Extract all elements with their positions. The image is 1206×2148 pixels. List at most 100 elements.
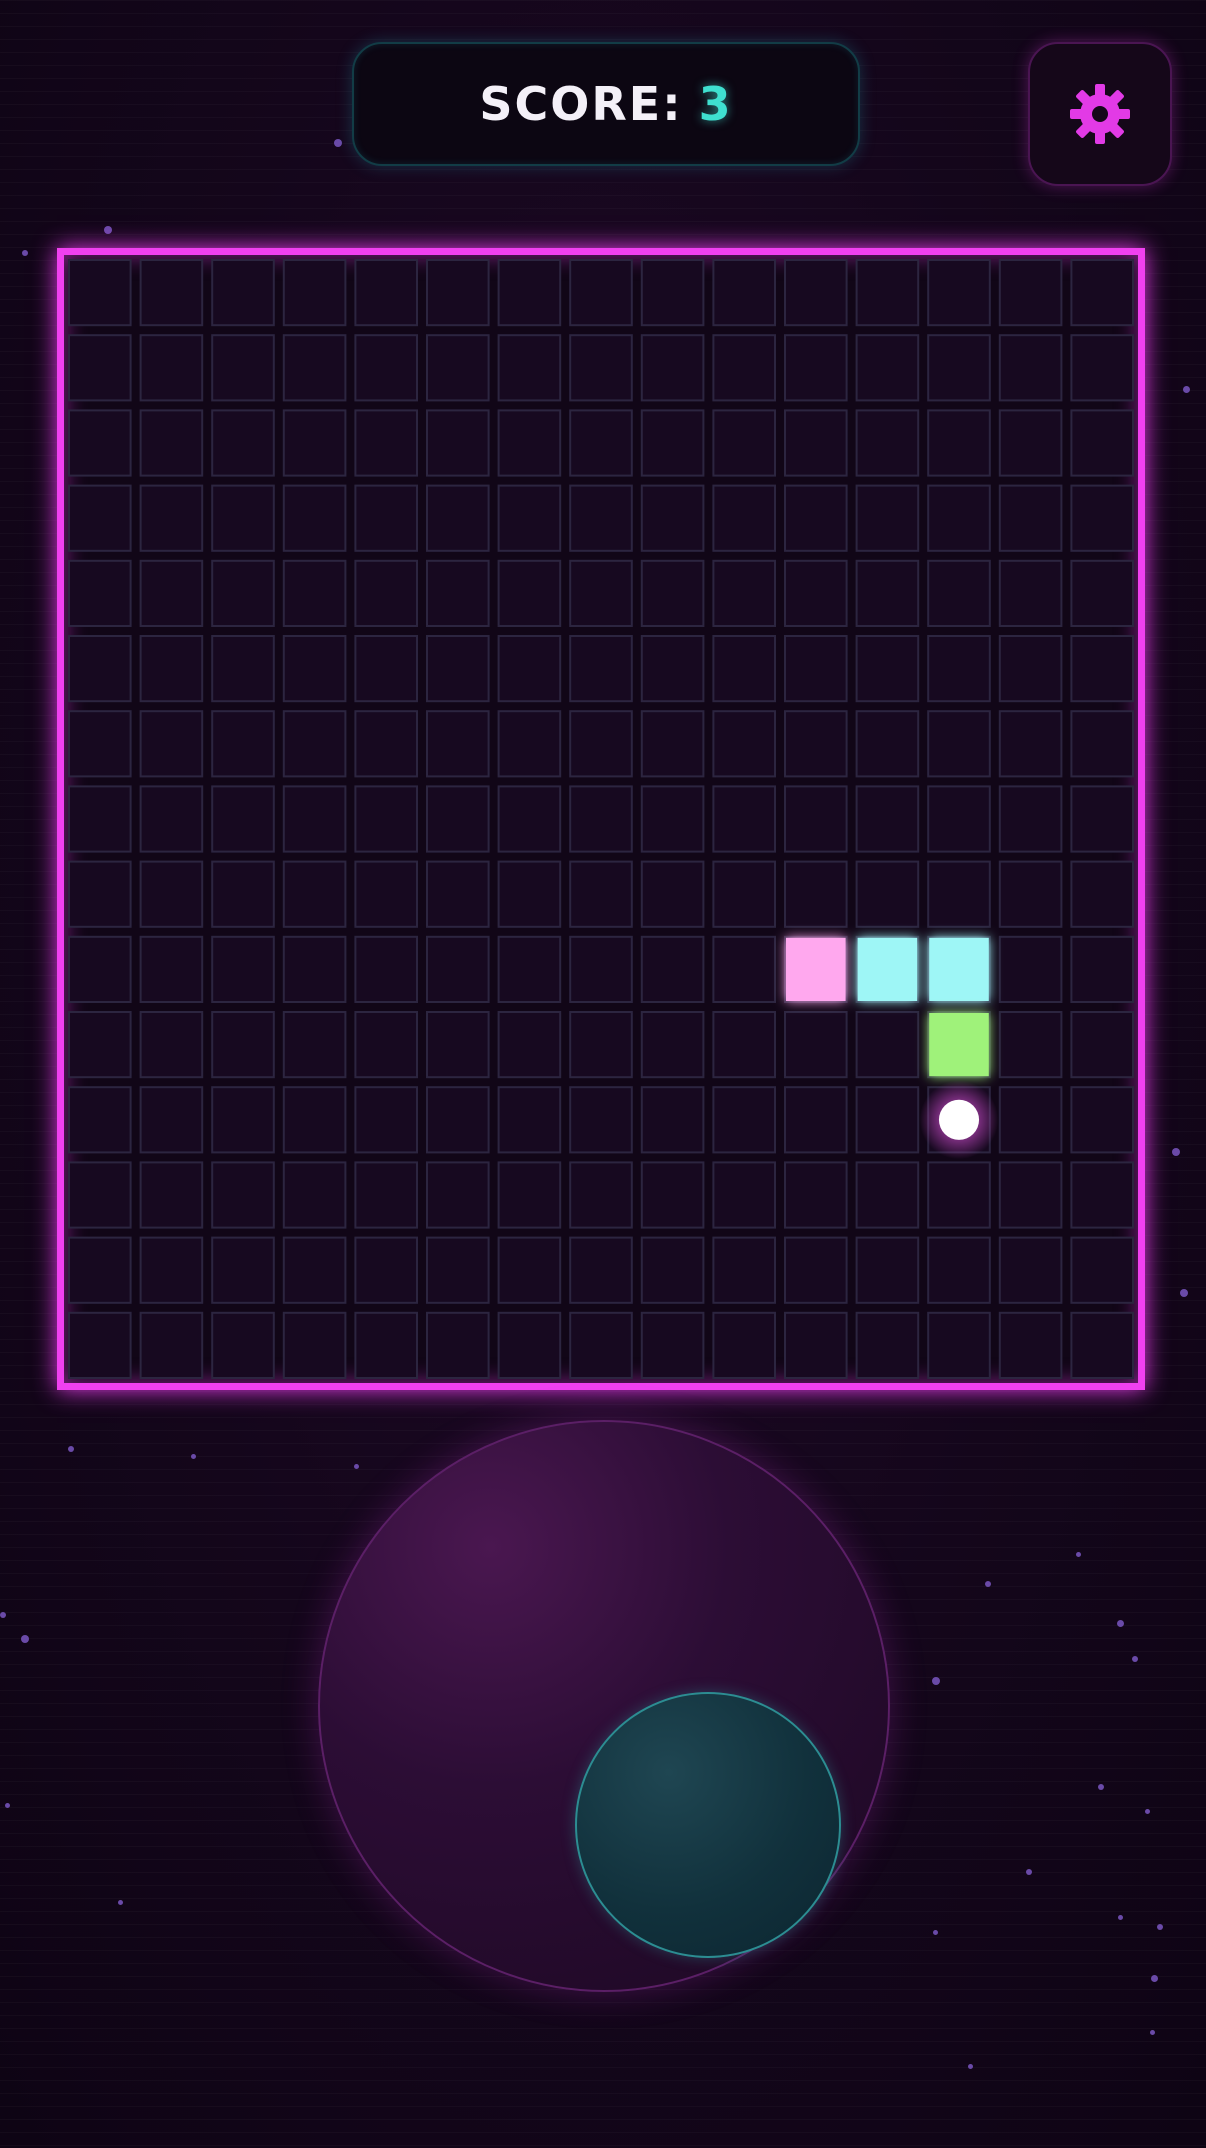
grid-cell xyxy=(497,259,562,327)
grid-cell xyxy=(211,334,275,402)
grid-cell xyxy=(855,559,920,627)
grid-cell xyxy=(282,559,347,627)
grid-cell xyxy=(569,1161,633,1229)
grid-cell xyxy=(640,1161,705,1229)
grid-cell xyxy=(68,1161,132,1229)
grid-cell xyxy=(426,860,490,928)
grid-cell xyxy=(1070,710,1135,778)
grid-cell xyxy=(426,1086,490,1154)
star xyxy=(68,1446,74,1452)
grid-cell xyxy=(426,334,490,402)
grid-cell xyxy=(354,935,418,1003)
star xyxy=(1118,1915,1123,1920)
grid-cell xyxy=(211,1161,275,1229)
star xyxy=(5,1803,10,1808)
star xyxy=(1117,1620,1124,1627)
settings-button[interactable] xyxy=(1028,42,1172,186)
grid-cell xyxy=(712,1311,777,1380)
grid-cell xyxy=(1070,1311,1135,1380)
grid-cell xyxy=(497,1086,562,1154)
star xyxy=(985,1581,991,1587)
grid-cell xyxy=(855,860,920,928)
snake-head xyxy=(786,937,846,1001)
grid-cell xyxy=(354,1311,418,1380)
star xyxy=(1145,1809,1150,1814)
grid-cell xyxy=(640,1236,705,1304)
grid-cell xyxy=(640,409,705,477)
grid-cell xyxy=(68,1086,132,1154)
star xyxy=(1132,1656,1138,1662)
grid-cell xyxy=(569,710,633,778)
joystick-knob[interactable] xyxy=(575,1692,841,1958)
grid-cell xyxy=(139,409,204,477)
grid-cell xyxy=(569,409,633,477)
grid-cell xyxy=(569,1011,633,1079)
grid-cell xyxy=(640,484,705,552)
grid-cell xyxy=(211,259,275,327)
grid-cell xyxy=(1070,860,1135,928)
grid-cell xyxy=(855,1161,920,1229)
grid-cell xyxy=(640,1311,705,1380)
grid-cell xyxy=(211,559,275,627)
star xyxy=(968,2064,973,2069)
grid-cell xyxy=(712,484,777,552)
grid-cell xyxy=(569,860,633,928)
grid-cell xyxy=(569,334,633,402)
grid-cell xyxy=(784,860,848,928)
grid-cell xyxy=(497,785,562,853)
grid-cell xyxy=(211,785,275,853)
grid-cell xyxy=(282,860,347,928)
grid-cell xyxy=(497,935,562,1003)
grid-cell xyxy=(497,559,562,627)
grid-cell xyxy=(426,635,490,703)
star xyxy=(933,1930,938,1935)
grid-cell xyxy=(68,1236,132,1304)
grid-cell xyxy=(139,860,204,928)
grid-cell xyxy=(784,559,848,627)
grid-cell xyxy=(712,1236,777,1304)
grid-cell xyxy=(426,259,490,327)
grid-cell xyxy=(497,484,562,552)
grid-cell xyxy=(497,1161,562,1229)
grid-cell xyxy=(68,259,132,327)
grid-cell xyxy=(855,1086,920,1154)
grid-cell xyxy=(569,484,633,552)
grid-cell xyxy=(354,259,418,327)
grid-cell xyxy=(784,710,848,778)
grid-cell xyxy=(998,1236,1063,1304)
grid-cell xyxy=(784,1086,848,1154)
grid-cell xyxy=(497,635,562,703)
score-value: 3 xyxy=(698,77,733,131)
grid-cell xyxy=(282,1086,347,1154)
grid-cell xyxy=(712,710,777,778)
grid-cell xyxy=(998,635,1063,703)
grid-cell xyxy=(139,785,204,853)
grid-cell xyxy=(784,1236,848,1304)
grid-cell xyxy=(68,710,132,778)
star xyxy=(118,1900,123,1905)
grid-cell xyxy=(426,409,490,477)
grid-cell xyxy=(855,484,920,552)
grid-cell xyxy=(640,860,705,928)
grid-cell xyxy=(640,935,705,1003)
grid-cell xyxy=(354,1161,418,1229)
grid-cell xyxy=(426,1011,490,1079)
grid-cell xyxy=(211,1011,275,1079)
grid-cell xyxy=(712,559,777,627)
grid-cell xyxy=(998,785,1063,853)
grid-cell xyxy=(569,1236,633,1304)
grid-cell xyxy=(1070,334,1135,402)
grid-cell xyxy=(784,785,848,853)
grid-cell xyxy=(282,409,347,477)
grid-cell xyxy=(1070,1236,1135,1304)
star xyxy=(932,1677,940,1685)
grid-cell xyxy=(282,334,347,402)
grid-cell xyxy=(998,559,1063,627)
grid-cell xyxy=(712,635,777,703)
grid-cell xyxy=(282,635,347,703)
food-pellet xyxy=(938,1099,980,1140)
grid-cell xyxy=(68,860,132,928)
grid-cell xyxy=(211,710,275,778)
grid-cell xyxy=(855,409,920,477)
grid-cell xyxy=(927,334,991,402)
